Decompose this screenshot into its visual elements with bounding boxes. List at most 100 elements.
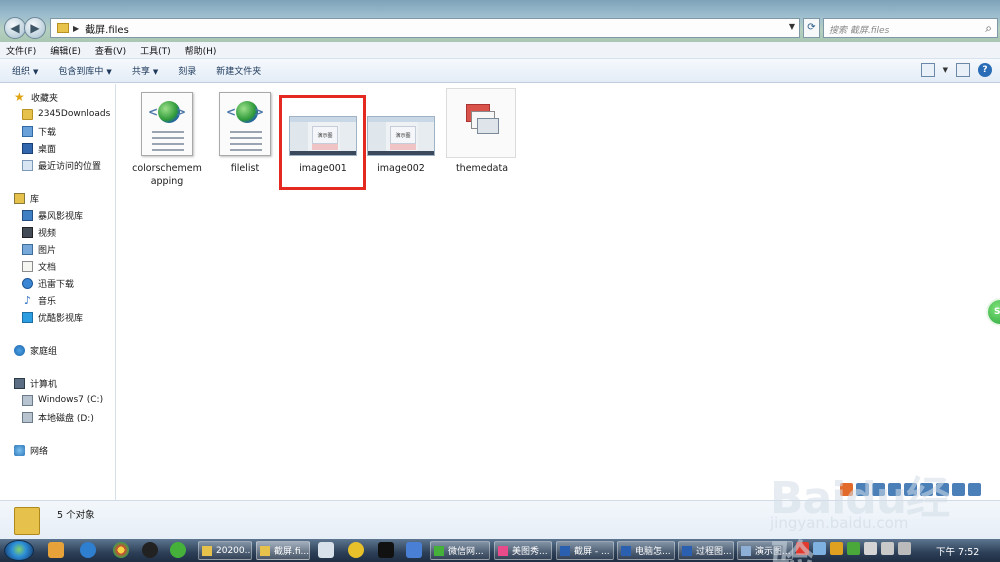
file-name: filelist bbox=[230, 163, 260, 174]
chevron-down-icon: ▼ bbox=[152, 68, 159, 76]
folder-icon bbox=[14, 507, 40, 535]
app-icon[interactable] bbox=[904, 482, 917, 496]
tray-icon[interactable] bbox=[830, 542, 843, 555]
app-icon[interactable] bbox=[920, 482, 933, 496]
folder-icon bbox=[260, 545, 270, 556]
file-item[interactable]: themedata bbox=[446, 88, 518, 175]
app-icon[interactable] bbox=[888, 482, 901, 496]
menu-tools[interactable]: 工具(T) bbox=[140, 44, 171, 57]
file-item[interactable]: < > colorschememapping bbox=[131, 88, 203, 188]
organize-button[interactable]: 组织 ▼ bbox=[12, 64, 38, 77]
taskbar-item-active[interactable]: 截屏.fi... bbox=[256, 541, 310, 560]
nav-item-2345downloads[interactable]: 2345Downloads bbox=[22, 106, 110, 122]
address-path[interactable]: 截屏.files bbox=[85, 21, 129, 36]
app-icon[interactable] bbox=[840, 482, 853, 496]
nav-item-pictures[interactable]: 图片 bbox=[22, 241, 56, 257]
details-pane: 5 个对象 bbox=[0, 500, 1000, 539]
search-input[interactable]: 搜索 截屏.files ⌕ bbox=[823, 18, 998, 38]
back-button[interactable]: ◀ bbox=[4, 17, 26, 39]
tray-icon[interactable] bbox=[864, 542, 877, 555]
nav-favorites[interactable]: ★ 收藏夹 bbox=[14, 89, 58, 105]
app-icon[interactable] bbox=[378, 542, 394, 558]
taskbar-item[interactable]: 美图秀... bbox=[494, 541, 552, 560]
search-icon[interactable]: ⌕ bbox=[985, 21, 992, 36]
app-icon[interactable] bbox=[348, 542, 364, 558]
word-icon bbox=[560, 545, 570, 556]
menu-edit[interactable]: 编辑(E) bbox=[50, 44, 81, 57]
app-icon[interactable] bbox=[968, 482, 981, 496]
share-button[interactable]: 共享 ▼ bbox=[132, 64, 158, 77]
nav-item-documents[interactable]: 文档 bbox=[22, 258, 56, 274]
app-icon[interactable] bbox=[952, 482, 965, 496]
taskbar-item[interactable]: 微信网... bbox=[430, 541, 490, 560]
nav-item-drive-d[interactable]: 本地磁盘 (D:) bbox=[22, 409, 94, 425]
share-label: 共享 bbox=[131, 67, 150, 77]
volume-icon[interactable] bbox=[898, 542, 911, 555]
nav-label: 优酷影视库 bbox=[38, 313, 84, 324]
nav-label: 计算机 bbox=[30, 379, 58, 390]
file-item[interactable]: < > filelist bbox=[209, 88, 281, 175]
burn-button[interactable]: 刻录 bbox=[178, 64, 196, 77]
chevron-down-icon[interactable]: ▼ bbox=[943, 66, 948, 74]
nav-item-music[interactable]: ♪ 音乐 bbox=[22, 292, 56, 308]
include-library-button[interactable]: 包含到库中 ▼ bbox=[58, 64, 111, 77]
ime-icon[interactable] bbox=[796, 542, 809, 555]
view-options-icon[interactable] bbox=[920, 63, 935, 77]
nav-label: 收藏夹 bbox=[31, 93, 59, 104]
ie-icon[interactable] bbox=[80, 542, 96, 558]
tray-icon[interactable] bbox=[813, 542, 826, 555]
help-icon[interactable]: ? bbox=[978, 63, 992, 77]
nav-item-thunder[interactable]: 迅雷下载 bbox=[22, 275, 74, 291]
app-icon[interactable] bbox=[406, 542, 422, 558]
system-tray bbox=[796, 542, 911, 555]
nav-item-downloads[interactable]: 下载 bbox=[22, 123, 56, 139]
file-item[interactable]: 演示图 image002 bbox=[365, 88, 437, 175]
nav-network[interactable]: 网络 bbox=[14, 442, 48, 458]
navigation-pane: ★ 收藏夹 2345Downloads 下载 桌面 最近访问的位置 库 暴风影视库… bbox=[0, 84, 116, 500]
image-viewer-icon bbox=[741, 545, 751, 556]
app-icon[interactable] bbox=[936, 482, 949, 496]
address-bar[interactable]: ▶ 截屏.files ▼ bbox=[50, 18, 800, 38]
chevron-down-icon: ▼ bbox=[106, 68, 112, 76]
clock[interactable]: 下午 7:52 bbox=[936, 544, 979, 558]
qq-icon[interactable] bbox=[142, 542, 158, 558]
nav-item-recent[interactable]: 最近访问的位置 bbox=[22, 157, 101, 173]
taskbar-item[interactable]: 电脑怎... bbox=[617, 541, 675, 560]
nav-computer[interactable]: 计算机 bbox=[14, 375, 57, 391]
nav-item-videos[interactable]: 视频 bbox=[22, 224, 56, 240]
app-icon[interactable] bbox=[48, 542, 64, 558]
taskbar-item[interactable]: 截屏 - ... bbox=[556, 541, 614, 560]
start-button[interactable] bbox=[4, 540, 34, 561]
nav-libraries[interactable]: 库 bbox=[14, 190, 39, 206]
taskbar-item[interactable]: 过程图... bbox=[678, 541, 734, 560]
app-icon[interactable] bbox=[856, 482, 869, 496]
network-status-icon[interactable] bbox=[881, 542, 894, 555]
nav-item-baofeng[interactable]: 暴风影视库 bbox=[22, 207, 83, 223]
calculator-icon[interactable] bbox=[318, 542, 334, 558]
menu-file[interactable]: 文件(F) bbox=[6, 44, 36, 57]
folder-icon bbox=[22, 108, 33, 120]
taskbar-item[interactable]: 20200... bbox=[198, 541, 252, 560]
menu-view[interactable]: 查看(V) bbox=[95, 44, 126, 57]
nav-item-youku[interactable]: 优酷影视库 bbox=[22, 309, 83, 325]
media-library-icon bbox=[22, 209, 33, 221]
preview-pane-icon[interactable] bbox=[956, 63, 970, 77]
chevron-down-icon[interactable]: ▼ bbox=[789, 22, 795, 31]
chrome-icon[interactable] bbox=[113, 542, 129, 558]
wechat-icon[interactable] bbox=[170, 542, 186, 558]
refresh-button[interactable]: ⟳ bbox=[803, 18, 820, 38]
taskbar-item[interactable]: 演示图... bbox=[737, 541, 793, 560]
nav-item-drive-c[interactable]: Windows7 (C:) bbox=[22, 392, 103, 408]
floating-toolbar bbox=[840, 480, 996, 498]
menu-help[interactable]: 帮助(H) bbox=[185, 44, 217, 57]
nav-label: 桌面 bbox=[38, 144, 57, 155]
forward-button[interactable]: ▶ bbox=[24, 17, 46, 39]
nav-item-desktop[interactable]: 桌面 bbox=[22, 140, 56, 156]
nav-homegroup[interactable]: 家庭组 bbox=[14, 342, 57, 358]
nav-label: 最近访问的位置 bbox=[38, 161, 102, 172]
app-icon[interactable] bbox=[872, 482, 885, 496]
tray-icon[interactable] bbox=[847, 542, 860, 555]
new-folder-button[interactable]: 新建文件夹 bbox=[216, 64, 261, 77]
task-label: 美图秀... bbox=[512, 547, 548, 557]
file-name: themedata bbox=[455, 163, 509, 174]
